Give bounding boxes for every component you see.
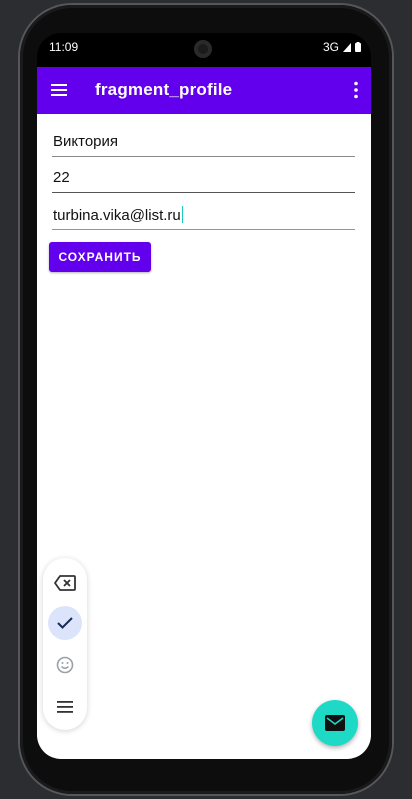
mail-fab[interactable] xyxy=(312,700,358,746)
status-icons: 3G xyxy=(323,40,361,54)
done-button[interactable] xyxy=(48,606,82,640)
network-type: 3G xyxy=(322,40,339,54)
email-field[interactable]: turbina.vika@list.ru xyxy=(52,202,355,230)
front-camera xyxy=(194,40,212,58)
email-value: turbina.vika@list.ru xyxy=(53,207,181,224)
name-underline xyxy=(52,156,355,157)
name-field[interactable]: Виктория xyxy=(52,129,355,157)
age-field[interactable]: 22 xyxy=(52,165,355,193)
text-cursor xyxy=(181,206,183,223)
status-time: 11:09 xyxy=(49,40,79,54)
device-screen: 11:09 3G fragment_profile Виктория 22 tu… xyxy=(37,33,371,759)
app-bar: fragment_profile xyxy=(37,67,371,114)
name-value: Виктория xyxy=(53,133,119,150)
profile-form: Виктория 22 turbina.vika@list.ru СОХРАНИ… xyxy=(37,114,371,759)
mail-icon xyxy=(325,715,345,731)
status-bar: 11:09 3G xyxy=(37,33,371,67)
more-vert-icon[interactable] xyxy=(353,80,359,100)
hamburger-icon[interactable] xyxy=(49,80,69,100)
backspace-button[interactable] xyxy=(48,566,82,600)
menu-list-button[interactable] xyxy=(48,690,82,724)
emoji-button[interactable] xyxy=(48,648,82,682)
check-icon xyxy=(57,617,73,629)
age-value: 22 xyxy=(53,169,70,186)
emoji-icon xyxy=(56,656,74,674)
email-underline xyxy=(52,229,355,230)
list-icon xyxy=(57,701,73,713)
email-text: turbina.vika@list.ru xyxy=(53,206,183,224)
signal-icon xyxy=(343,42,351,52)
save-button[interactable]: СОХРАНИТЬ xyxy=(49,242,151,272)
backspace-icon xyxy=(54,575,76,591)
keyboard-toolbar xyxy=(43,558,87,730)
age-underline xyxy=(52,192,355,193)
battery-icon xyxy=(355,42,361,52)
page-title: fragment_profile xyxy=(95,80,233,99)
